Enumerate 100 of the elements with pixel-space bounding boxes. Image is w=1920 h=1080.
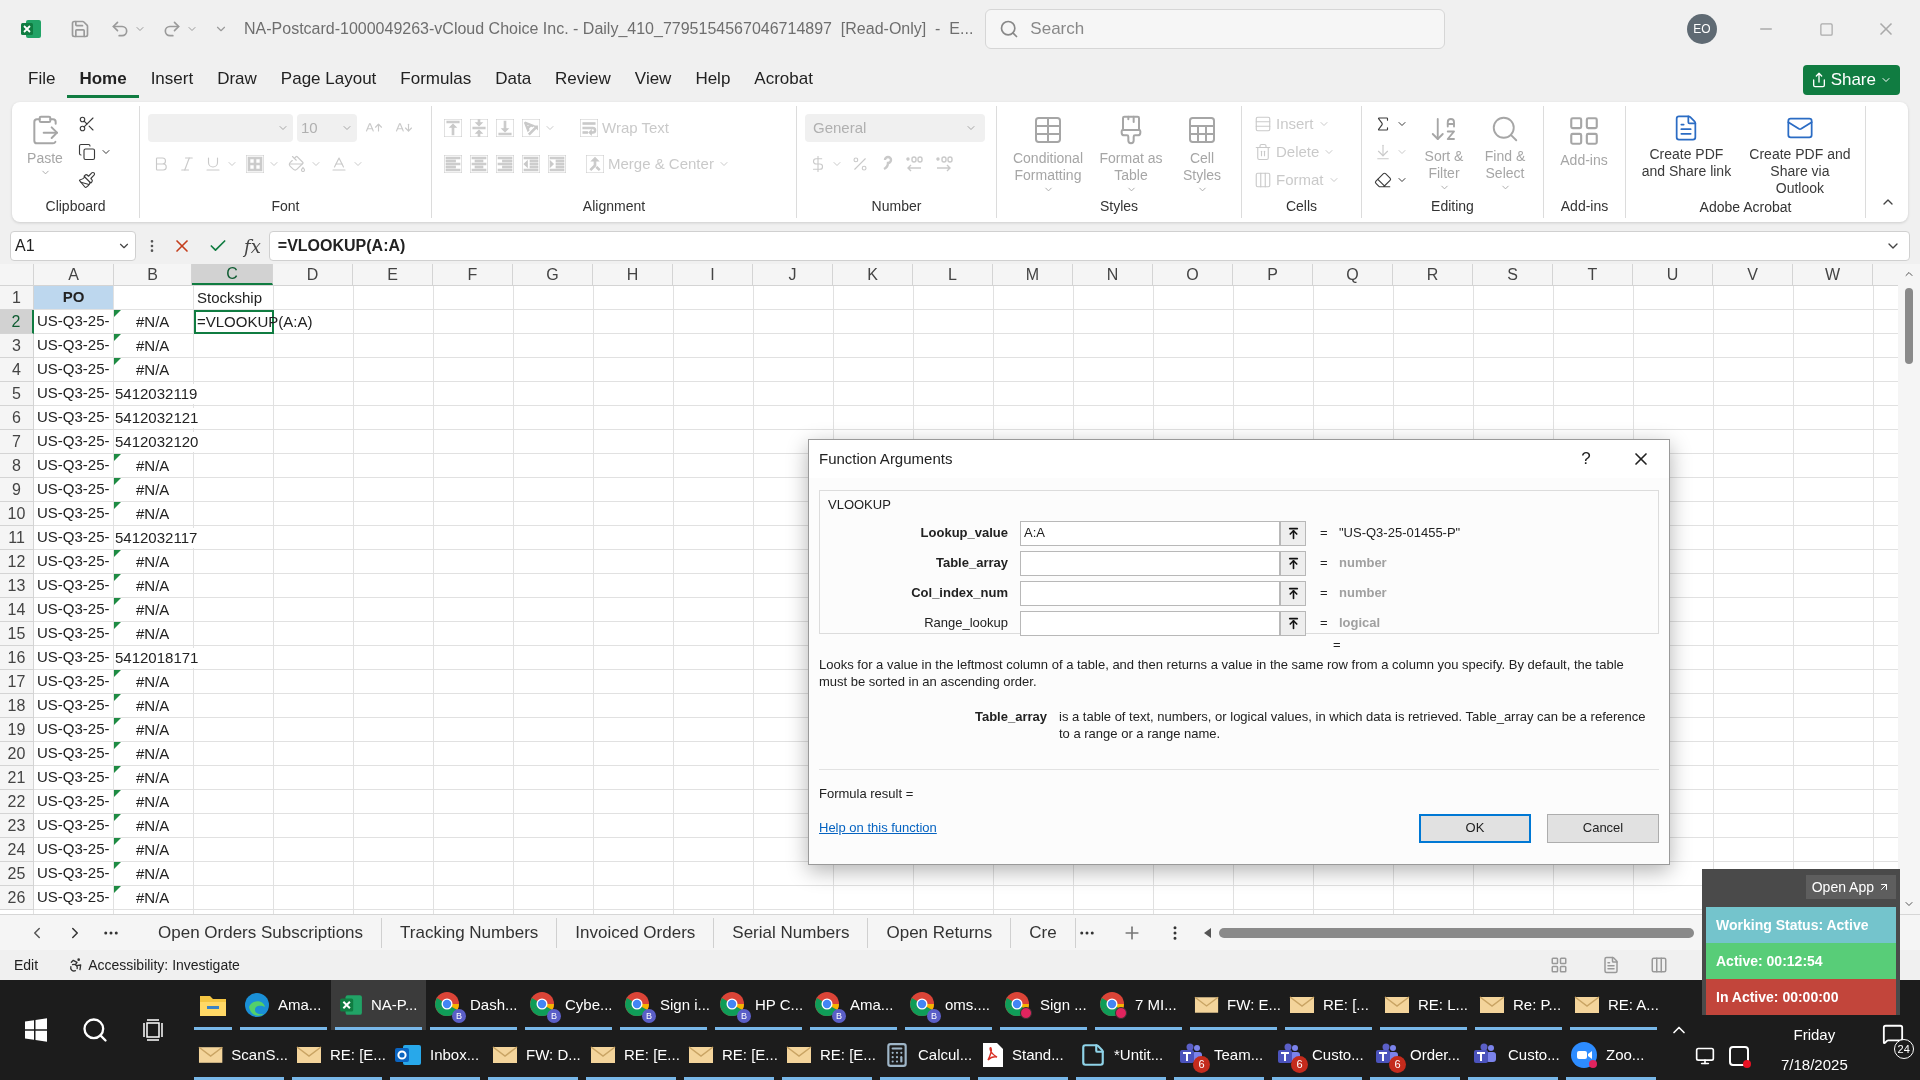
column-header[interactable]: N bbox=[1073, 264, 1153, 285]
column-header[interactable]: Q bbox=[1313, 264, 1393, 285]
taskbar-item[interactable]: Inbox... bbox=[386, 1030, 484, 1080]
column-header[interactable]: U bbox=[1633, 264, 1713, 285]
taskbar-item[interactable]: Sign ... bbox=[996, 980, 1091, 1030]
windows-logo-icon[interactable] bbox=[24, 1018, 49, 1042]
argument-field[interactable]: A:A bbox=[1020, 520, 1280, 546]
taskbar-item[interactable]: 6 Custo... bbox=[1268, 1030, 1366, 1080]
column-header[interactable]: F bbox=[433, 264, 513, 285]
menu-tab[interactable]: View bbox=[622, 62, 684, 98]
collapse-button[interactable] bbox=[1280, 610, 1306, 636]
column-header[interactable]: I bbox=[673, 264, 753, 285]
row-header[interactable]: 11 bbox=[0, 526, 34, 550]
row-header[interactable]: 21 bbox=[0, 766, 34, 790]
row-header[interactable]: 20 bbox=[0, 742, 34, 766]
taskbar-item[interactable]: RE: [E... bbox=[680, 1030, 778, 1080]
horizontal-scrollbar[interactable] bbox=[1203, 925, 1694, 940]
column-header[interactable]: K bbox=[833, 264, 913, 285]
taskbar-item[interactable]: B Ama... bbox=[806, 980, 901, 1030]
normal-view-icon[interactable] bbox=[1550, 956, 1568, 974]
row-header[interactable]: 22 bbox=[0, 790, 34, 814]
row-header[interactable]: 1 bbox=[0, 286, 34, 310]
page-layout-icon[interactable] bbox=[1602, 956, 1620, 974]
taskbar-item[interactable]: B HP C... bbox=[711, 980, 806, 1030]
taskbar-item[interactable]: Zoo... bbox=[1562, 1030, 1660, 1080]
row-header[interactable]: 16 bbox=[0, 646, 34, 670]
taskbar-item[interactable]: NA-P... bbox=[331, 980, 426, 1030]
collapse-button[interactable] bbox=[1280, 550, 1306, 576]
column-header[interactable]: V bbox=[1713, 264, 1793, 285]
font-name-field[interactable] bbox=[148, 114, 293, 142]
dialog-button[interactable]: OK bbox=[1419, 813, 1531, 843]
taskbar-item[interactable]: 6 Order... bbox=[1366, 1030, 1464, 1080]
sheet-tab[interactable]: Serial Numbers bbox=[714, 917, 869, 948]
row-header[interactable]: 23 bbox=[0, 814, 34, 838]
page-break-icon[interactable] bbox=[1650, 956, 1668, 974]
insert-function-button[interactable]: fx bbox=[244, 232, 261, 260]
taskbar-item[interactable]: *Untit... bbox=[1072, 1030, 1170, 1080]
sheet-tab[interactable]: Open Returns bbox=[868, 917, 1012, 948]
row-header[interactable]: 18 bbox=[0, 694, 34, 718]
redo-icon[interactable] bbox=[162, 19, 182, 39]
row-header[interactable]: 6 bbox=[0, 406, 34, 430]
row-header[interactable]: 17 bbox=[0, 670, 34, 694]
pdf-link-button[interactable]: Create PDF and Share link bbox=[1634, 110, 1739, 180]
menu-tab[interactable]: Insert bbox=[138, 62, 206, 98]
row-header[interactable]: 5 bbox=[0, 382, 34, 406]
taskbar-item[interactable]: B Cybe... bbox=[521, 980, 616, 1030]
open-app-button[interactable]: Open App bbox=[1805, 875, 1896, 899]
accessibility-status[interactable]: Accessibility: Investigate bbox=[88, 954, 240, 976]
help-link[interactable]: Help on this function bbox=[819, 818, 937, 838]
tray-app-icon[interactable] bbox=[1729, 1046, 1749, 1066]
sheet-tab[interactable]: Tracking Numbers bbox=[382, 917, 558, 948]
column-header[interactable]: T bbox=[1553, 264, 1633, 285]
row-header[interactable]: 4 bbox=[0, 358, 34, 382]
row-header[interactable]: 9 bbox=[0, 478, 34, 502]
row-header[interactable]: 8 bbox=[0, 454, 34, 478]
taskbar-item[interactable]: ScanS... bbox=[190, 1030, 288, 1080]
column-header[interactable]: R bbox=[1393, 264, 1473, 285]
taskbar-item[interactable]: RE: [... bbox=[1281, 980, 1376, 1030]
search-icon[interactable] bbox=[81, 1016, 109, 1044]
taskbar-item[interactable]: B Dash... bbox=[426, 980, 521, 1030]
menu-tab[interactable]: File bbox=[16, 62, 68, 98]
search-field[interactable]: Search bbox=[985, 9, 1446, 49]
taskbar-item[interactable]: Calcul... bbox=[876, 1030, 974, 1080]
row-header[interactable]: 15 bbox=[0, 622, 34, 646]
task-view-icon[interactable] bbox=[141, 1018, 166, 1042]
column-header[interactable]: M bbox=[993, 264, 1073, 285]
menu-tab[interactable]: Help bbox=[683, 62, 743, 98]
menu-tab[interactable]: Review bbox=[543, 62, 623, 98]
row-header[interactable]: 13 bbox=[0, 574, 34, 598]
row-header[interactable]: 24 bbox=[0, 838, 34, 862]
argument-field[interactable] bbox=[1020, 550, 1280, 576]
column-header[interactable]: G bbox=[513, 264, 593, 285]
menu-tab[interactable]: Formulas bbox=[388, 62, 484, 98]
taskbar-item[interactable]: RE: L... bbox=[1376, 980, 1471, 1030]
vertical-scrollbar[interactable] bbox=[1898, 264, 1920, 914]
sheet-tab[interactable]: Cre bbox=[1011, 917, 1076, 948]
taskbar-item[interactable]: Re: P... bbox=[1471, 980, 1566, 1030]
column-header[interactable]: P bbox=[1233, 264, 1313, 285]
column-header[interactable]: D bbox=[273, 264, 353, 285]
column-header[interactable]: E bbox=[353, 264, 433, 285]
taskbar-item[interactable]: FW: D... bbox=[484, 1030, 582, 1080]
maximize-icon[interactable] bbox=[1819, 21, 1834, 37]
row-header[interactable]: 14 bbox=[0, 598, 34, 622]
taskbar-item[interactable]: 7 MI... bbox=[1091, 980, 1186, 1030]
help-button[interactable]: ? bbox=[1571, 446, 1601, 472]
taskbar-item[interactable]: RE: [E... bbox=[778, 1030, 876, 1080]
taskbar-item[interactable]: Custo... bbox=[1464, 1030, 1562, 1080]
save-icon[interactable] bbox=[70, 19, 90, 39]
menu-tab[interactable]: Data bbox=[483, 62, 544, 98]
taskbar-item[interactable]: 6 Team... bbox=[1170, 1030, 1268, 1080]
column-header[interactable]: S bbox=[1473, 264, 1553, 285]
sheet-tab[interactable]: Invoiced Orders bbox=[557, 917, 715, 948]
row-header[interactable]: 7 bbox=[0, 430, 34, 454]
formula-field[interactable]: =VLOOKUP(A:A) bbox=[268, 231, 1910, 261]
column-header[interactable]: J bbox=[753, 264, 833, 285]
collapse-button[interactable] bbox=[1280, 580, 1306, 606]
dialog-button[interactable]: Cancel bbox=[1547, 813, 1659, 843]
scrollbar-thumb[interactable] bbox=[1905, 288, 1913, 364]
argument-field[interactable] bbox=[1020, 610, 1280, 636]
row-header[interactable]: 12 bbox=[0, 550, 34, 574]
